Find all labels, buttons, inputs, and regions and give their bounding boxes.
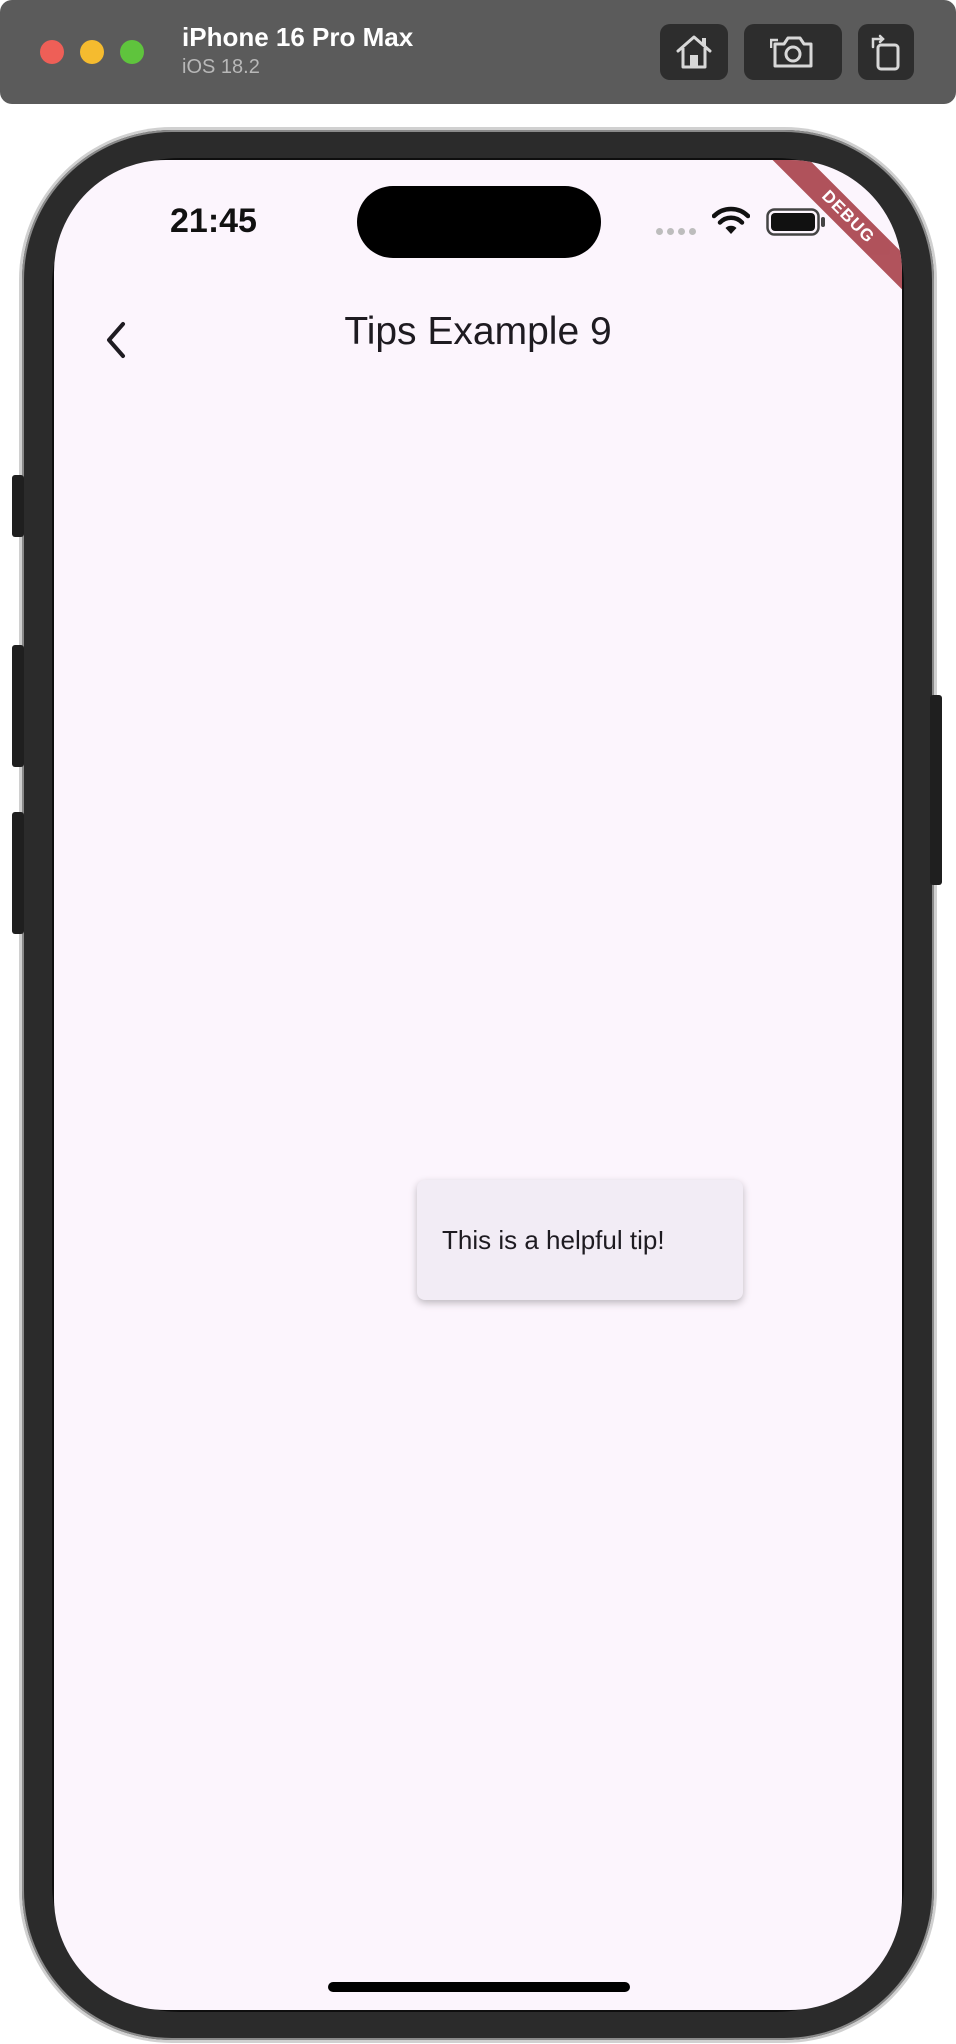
- page-title: Tips Example 9: [344, 310, 612, 353]
- debug-banner-label: DEBUG: [768, 160, 902, 297]
- tooltip: This is a helpful tip!: [417, 1180, 743, 1300]
- window-maximize-button[interactable]: [120, 40, 144, 64]
- home-icon: [676, 35, 712, 69]
- volume-down-button: [12, 812, 24, 934]
- tooltip-message: This is a helpful tip!: [442, 1224, 665, 1255]
- volume-up-button: [12, 645, 24, 767]
- window-close-button[interactable]: [40, 40, 64, 64]
- rotate-button[interactable]: [858, 24, 914, 80]
- screenshot-icon: [770, 36, 813, 68]
- cellular-dots-icon: [656, 228, 696, 235]
- rotate-icon: [871, 34, 900, 71]
- dynamic-island: [357, 186, 601, 258]
- debug-banner: DEBUG: [742, 160, 902, 320]
- simulator-title-bar: iPhone 16 Pro Max iOS 18.2: [0, 0, 956, 104]
- status-time: 21:45: [170, 202, 257, 240]
- device-name: iPhone 16 Pro Max: [182, 22, 414, 52]
- home-button[interactable]: [660, 24, 728, 80]
- home-indicator[interactable]: [328, 1982, 630, 1992]
- window-minimize-button[interactable]: [80, 40, 104, 64]
- simulator-window: iPhone 16 Pro Max iOS 18.2 21:45 DEBUG T…: [0, 0, 956, 2044]
- device-os-version: iOS 18.2: [182, 56, 260, 78]
- screenshot-button[interactable]: [744, 24, 842, 80]
- device-screen[interactable]: 21:45 DEBUG Tips Example 9 This is a hel…: [54, 160, 902, 2010]
- silent-switch: [12, 475, 24, 537]
- power-button: [930, 695, 942, 885]
